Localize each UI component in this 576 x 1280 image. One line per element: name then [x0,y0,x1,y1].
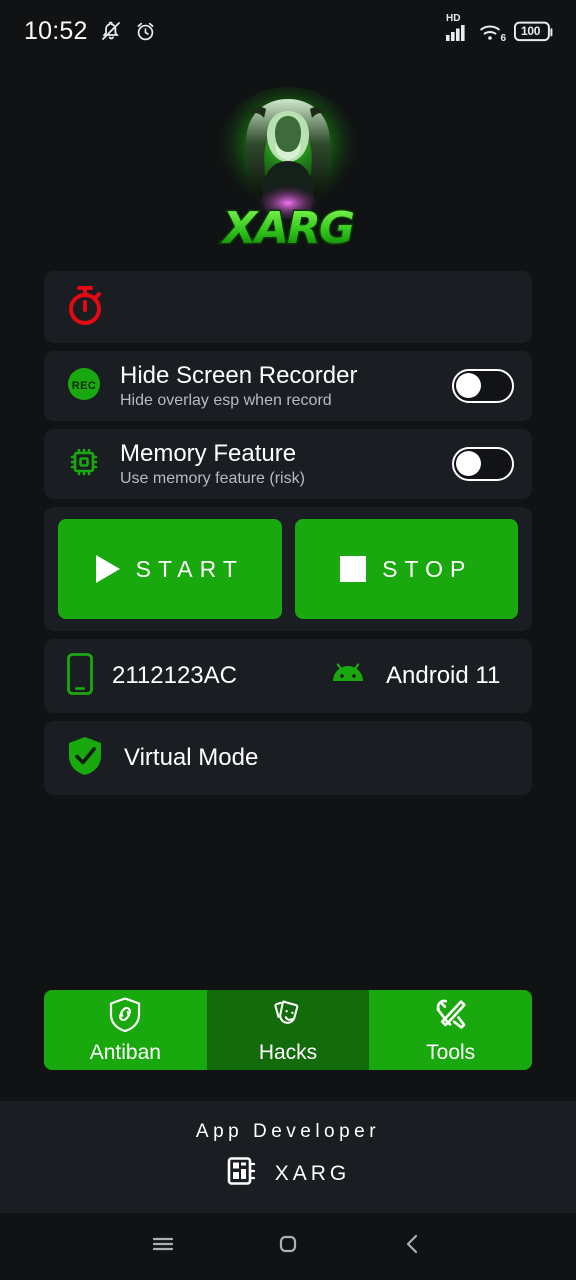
wifi-icon: 6 [479,22,506,44]
alarm-clock-icon [134,20,157,43]
toggle-knob [456,451,481,476]
footer-title: App Developer [195,1121,381,1142]
android-nav-bar [0,1213,576,1280]
play-icon [95,555,120,583]
app-screen: 10:52 HD 6 100 XARG REC Hide Screen Reco… [0,0,576,1280]
hide-screen-recorder-toggle[interactable] [452,369,514,403]
device-model-cell: 2112123AC [66,652,328,701]
tab-antiban[interactable]: Antiban [44,990,207,1070]
logo-brand-text: XARG [220,203,354,254]
footer-developer: XARG [226,1154,351,1193]
shield-link-icon [108,996,142,1037]
tab-hacks[interactable]: Hacks [206,990,370,1070]
status-bar: 10:52 HD 6 100 [0,0,576,62]
setting-row-left: REC Hide Screen Recorder Hide overlay es… [66,362,357,410]
setting-subtitle: Hide overlay esp when record [120,392,332,409]
hd-label: HD [446,12,461,24]
shield-check-icon [66,735,104,782]
status-bar-left: 10:52 [24,17,157,46]
device-os-version: Android 11 [386,662,501,689]
setting-row-left: Memory Feature Use memory feature (risk) [66,440,305,488]
cpu-chip-icon [66,444,102,485]
menu-icon[interactable] [147,1228,179,1265]
android-icon [328,661,368,692]
back-chevron-icon[interactable] [397,1228,429,1265]
setting-texts: Hide Screen Recorder Hide overlay esp wh… [120,362,357,410]
bottom-tab-bar: Antiban Hacks Tools [44,990,532,1070]
start-button[interactable]: START [58,519,282,619]
footer-developer-name: XARG [274,1161,351,1185]
wifi-generation-label: 6 [500,32,506,44]
toggle-knob [456,373,481,398]
tab-antiban-label: Antiban [89,1040,161,1064]
rec-icon: REC [66,366,102,407]
theater-masks-icon [271,996,305,1037]
status-time: 10:52 [24,16,88,45]
status-bar-right: HD 6 100 [446,13,554,44]
stop-button-label: STOP [382,555,473,582]
setting-subtitle: Use memory feature (risk) [120,470,305,487]
xarg-predator-logo: XARG [206,81,371,256]
setting-row-hide-screen-recorder[interactable]: REC Hide Screen Recorder Hide overlay es… [44,351,532,421]
signal-bars-icon: HD [446,13,470,42]
setting-title: Memory Feature [120,440,297,467]
bell-mute-icon [99,19,123,43]
svg-text:REC: REC [72,380,96,392]
stop-button[interactable]: STOP [294,519,518,619]
memory-feature-toggle[interactable] [452,447,514,481]
main-content: REC Hide Screen Recorder Hide overlay es… [0,271,576,795]
app-logo: XARG [0,66,576,271]
action-buttons-card: START STOP [44,507,532,631]
stopwatch-icon [66,283,106,332]
setting-texts: Memory Feature Use memory feature (risk) [120,440,305,488]
tab-tools-label: Tools [426,1040,476,1064]
battery-icon: 100 [514,21,554,42]
smartphone-icon [66,652,94,701]
stop-square-icon [340,556,367,582]
timer-card[interactable] [44,271,532,343]
setting-row-memory-feature[interactable]: Memory Feature Use memory feature (risk) [44,429,532,499]
setting-title: Hide Screen Recorder [120,362,358,389]
virtual-mode-card[interactable]: Virtual Mode [44,721,532,795]
device-info-card: 2112123AC Android 11 [44,639,532,713]
tab-tools[interactable]: Tools [369,990,532,1070]
virtual-mode-label: Virtual Mode [124,744,259,771]
memory-chip-icon [226,1154,260,1193]
home-square-icon[interactable] [272,1228,304,1265]
battery-level-label: 100 [521,23,541,38]
tab-hacks-label: Hacks [258,1040,318,1064]
tools-icon [434,996,468,1037]
device-os-cell: Android 11 [328,661,500,692]
start-button-label: START [135,555,244,582]
footer: App Developer XARG [0,1101,576,1213]
device-model: 2112123AC [112,662,237,689]
